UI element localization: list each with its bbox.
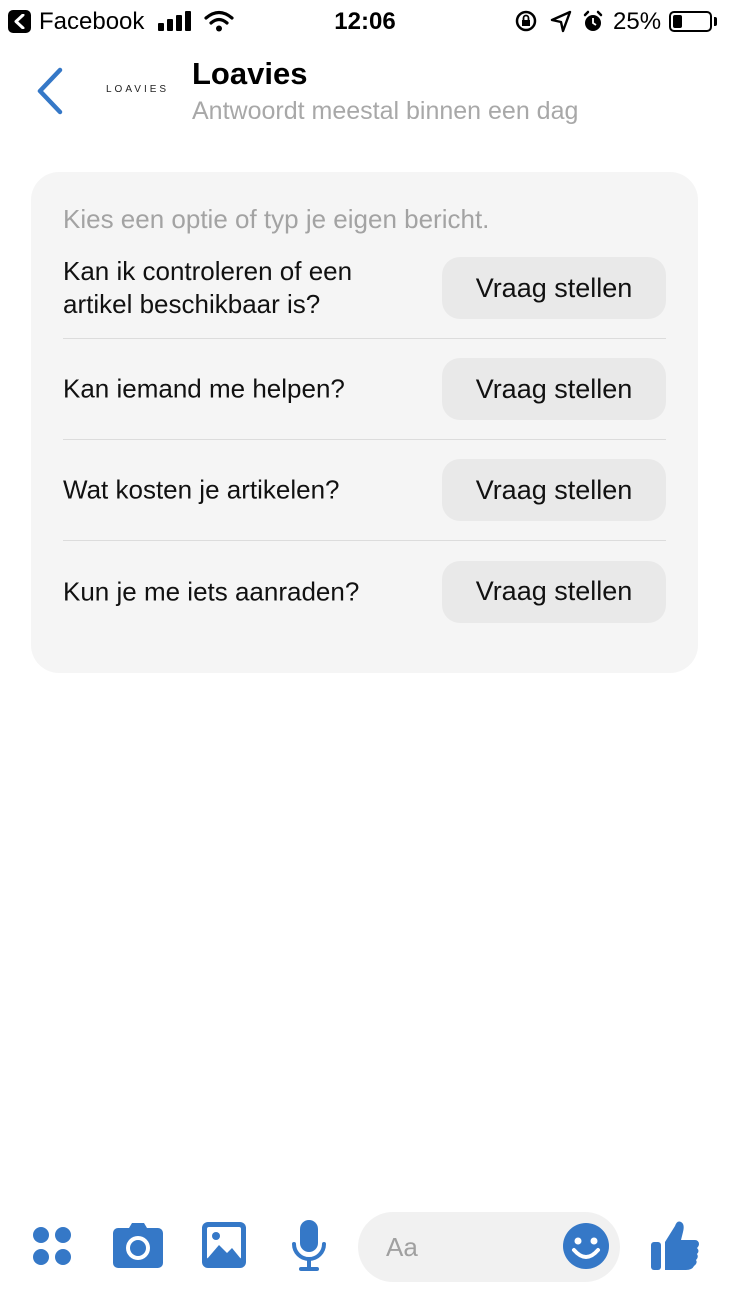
option-row: Kan ik controleren of een artikel beschi… — [63, 238, 666, 339]
card-intro-text: Kies een optie of typ je eigen bericht. — [63, 204, 490, 234]
page-title[interactable]: Loavies — [192, 56, 307, 92]
gallery-icon[interactable] — [202, 1222, 246, 1268]
thumbs-up-icon[interactable] — [650, 1218, 700, 1272]
status-icons — [515, 10, 603, 33]
message-input[interactable] — [386, 1212, 566, 1282]
chevron-left-icon — [37, 67, 63, 115]
status-bar: Facebook 12:06 25% — [0, 0, 730, 42]
emoji-icon[interactable] — [562, 1222, 610, 1270]
option-row: Wat kosten je artikelen? Vraag stellen — [63, 440, 666, 541]
option-question: Wat kosten je artikelen? — [63, 474, 340, 505]
response-time-subtitle: Antwoordt meestal binnen een dag — [192, 97, 579, 125]
option-row: Kan iemand me helpen? Vraag stellen — [63, 339, 666, 440]
chat-header: LOAVIES Loavies Antwoordt meestal binnen… — [0, 42, 730, 142]
message-input-container — [358, 1212, 620, 1282]
option-question: Kan ik controleren of een artikel beschi… — [63, 256, 353, 319]
battery-cap — [714, 17, 717, 26]
quick-options-card: Kies een optie of typ je eigen bericht. … — [31, 172, 698, 673]
ask-question-button[interactable]: Vraag stellen — [442, 358, 666, 420]
brand-logo[interactable]: LOAVIES — [106, 84, 169, 95]
microphone-icon[interactable] — [291, 1220, 327, 1272]
ask-question-button[interactable]: Vraag stellen — [442, 257, 666, 319]
ask-question-button[interactable]: Vraag stellen — [442, 560, 666, 623]
battery-fill — [673, 15, 682, 28]
camera-icon[interactable] — [112, 1222, 164, 1270]
ask-question-button[interactable]: Vraag stellen — [442, 459, 666, 521]
location-icon — [550, 10, 572, 33]
rotation-lock-icon — [515, 10, 537, 32]
option-question: Kun je me iets aanraden? — [63, 576, 360, 606]
back-button[interactable] — [30, 64, 70, 118]
battery-percentage: 25% — [613, 8, 662, 35]
apps-grid-icon[interactable] — [32, 1226, 74, 1268]
option-row: Kun je me iets aanraden? Vraag stellen — [63, 541, 666, 642]
composer-bar — [0, 1200, 730, 1298]
alarm-icon — [583, 10, 603, 31]
battery-icon — [669, 11, 712, 32]
option-question: Kan iemand me helpen? — [63, 373, 345, 404]
